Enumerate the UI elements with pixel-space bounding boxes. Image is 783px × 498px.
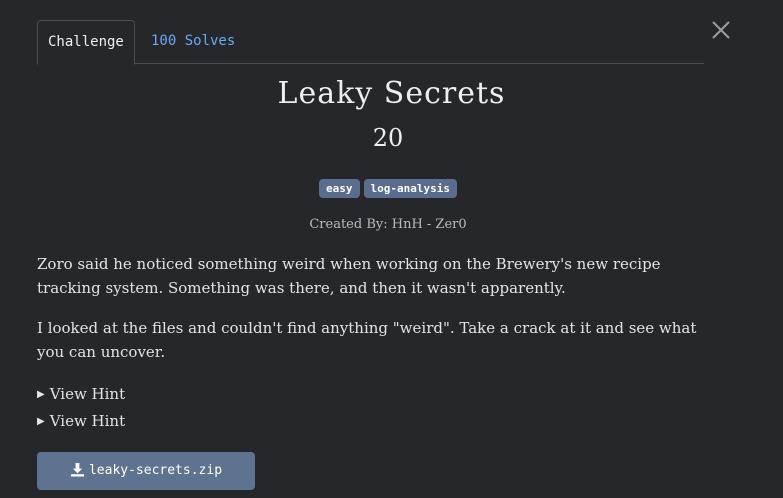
- download-button[interactable]: leaky-secrets.zip: [37, 452, 255, 490]
- triangle-right-icon: ▶: [37, 416, 45, 427]
- description-paragraph: I looked at the files and couldn't find …: [37, 319, 697, 361]
- challenge-points: 20: [372, 124, 404, 152]
- close-icon: [712, 21, 730, 39]
- hint-label: View Hint: [49, 412, 126, 430]
- challenge-modal: Challenge 100 Solves Leaky Secrets 20 ea…: [0, 0, 783, 498]
- hint-label: View Hint: [49, 385, 126, 403]
- tab-challenge[interactable]: Challenge: [37, 20, 135, 65]
- tag-badge: easy: [319, 179, 360, 198]
- tab-solves[interactable]: 100 Solves: [141, 20, 245, 65]
- tag-badge: log-analysis: [363, 179, 457, 198]
- description-paragraph: Zoro said he noticed something weird whe…: [37, 255, 661, 297]
- close-button[interactable]: [709, 18, 733, 42]
- tag-list: easy log-analysis: [0, 179, 776, 198]
- author-line: Created By: HnH - Zer0: [309, 217, 467, 232]
- hint-toggle[interactable]: ▶ View Hint: [37, 385, 125, 403]
- download-filename: leaky-secrets.zip: [88, 463, 223, 478]
- triangle-right-icon: ▶: [37, 389, 45, 400]
- download-icon: [70, 462, 85, 477]
- challenge-title: Leaky Secrets: [277, 76, 506, 111]
- tab-bar: Challenge 100 Solves: [37, 20, 704, 65]
- hint-toggle[interactable]: ▶ View Hint: [37, 412, 125, 430]
